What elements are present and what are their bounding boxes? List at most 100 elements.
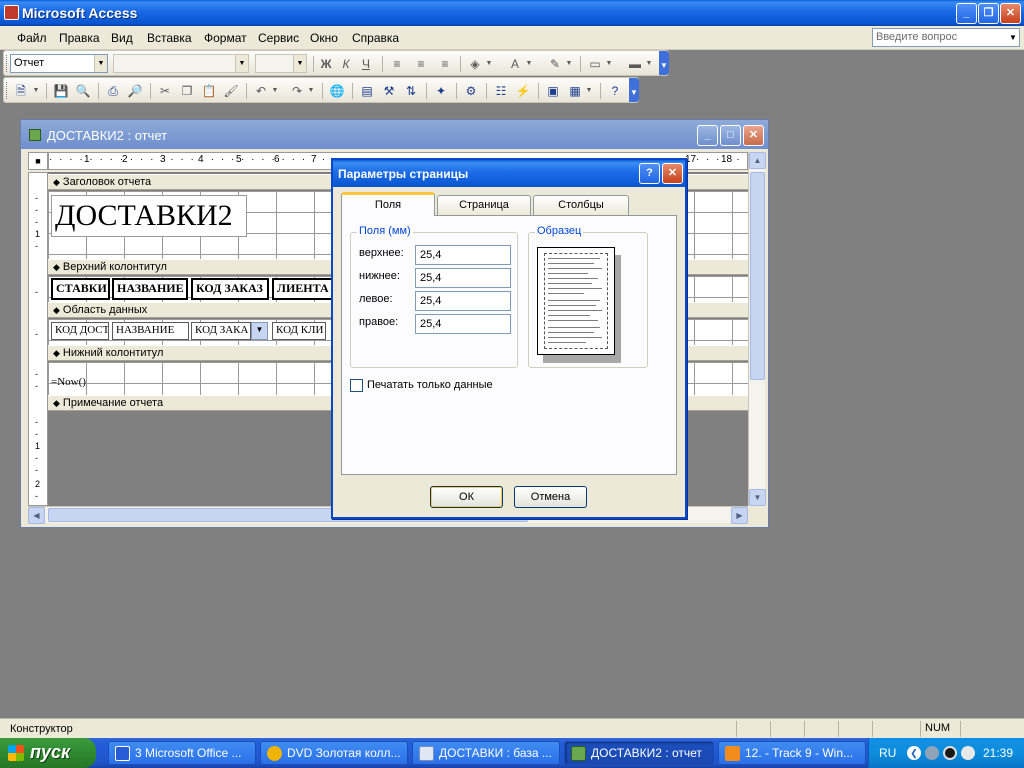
database-window-icon[interactable]: ▣ — [544, 82, 562, 100]
font-color-icon[interactable]: A — [506, 55, 524, 73]
toolbar-options-icon[interactable]: ▼ — [629, 78, 639, 102]
italic-button[interactable]: К — [337, 55, 355, 73]
page-header-label[interactable]: КОД ЗАКАЗ — [191, 278, 269, 300]
object-combo[interactable]: Отчет ▼ — [10, 54, 108, 73]
scroll-down-icon[interactable]: ▼ — [749, 489, 766, 506]
special-effect-icon[interactable]: ▬ — [626, 55, 644, 73]
report-minimize-button[interactable]: _ — [697, 125, 718, 146]
select-report-button[interactable]: ■ — [28, 152, 48, 170]
align-left-icon[interactable]: ≡ — [388, 55, 406, 73]
taskbar-item-media-player[interactable]: 12. - Track 9 - Win... — [718, 741, 866, 765]
menu-insert[interactable]: Вставка — [147, 31, 192, 45]
print-preview-icon[interactable]: 🔎 — [126, 82, 144, 100]
menu-format[interactable]: Формат — [204, 31, 247, 45]
detail-field[interactable]: НАЗВАНИЕ — [112, 322, 189, 340]
chevron-down-icon[interactable]: ▼ — [293, 55, 306, 72]
align-center-icon[interactable]: ≡ — [412, 55, 430, 73]
language-indicator[interactable]: RU — [879, 746, 896, 760]
scroll-right-icon[interactable]: ▶ — [731, 507, 748, 524]
bold-button[interactable]: Ж — [317, 55, 335, 73]
ask-question-input[interactable]: Введите вопрос ▼ — [872, 28, 1020, 47]
properties-icon[interactable]: ☷ — [492, 82, 510, 100]
border-width-icon[interactable]: ▭ — [586, 55, 604, 73]
fill-color-icon[interactable]: ◈ — [466, 55, 484, 73]
dialog-help-button[interactable]: ? — [639, 163, 660, 184]
vertical-scrollbar[interactable]: ▲ ▼ — [748, 152, 766, 506]
line-color-icon[interactable]: ✎ — [546, 55, 564, 73]
close-button[interactable]: ✕ — [1000, 3, 1021, 24]
code-icon[interactable]: ⚙ — [462, 82, 480, 100]
page-header-label[interactable]: НАЗВАНИЕ — [112, 278, 188, 300]
detail-field[interactable]: КОД КЛИ — [272, 322, 326, 340]
top-margin-input[interactable] — [415, 245, 511, 265]
menu-window[interactable]: Окно — [310, 31, 338, 45]
tab-page[interactable]: Страница — [437, 195, 531, 215]
format-painter-icon[interactable]: 🖌 — [222, 82, 240, 100]
taskbar-item-dvd[interactable]: DVD Золотая колл... — [260, 741, 408, 765]
menu-tools[interactable]: Сервис — [258, 31, 299, 45]
taskbar-item-database[interactable]: ДОСТАВКИ : база ... — [412, 741, 560, 765]
taskbar-item-report[interactable]: ДОСТАВКИ2 : отчет — [564, 741, 714, 765]
autoformat-icon[interactable]: ✦ — [432, 82, 450, 100]
report-title-label[interactable]: ДОСТАВКИ2 — [51, 195, 247, 237]
menu-help[interactable]: Справка — [352, 31, 399, 45]
toolbar-grip[interactable] — [6, 55, 9, 72]
vertical-ruler[interactable]: - - - 1 - - - - - - - 1 - - 2 - — [28, 172, 48, 506]
toolbar-grip[interactable] — [6, 82, 9, 99]
sorting-grouping-icon[interactable]: ⇅ — [402, 82, 420, 100]
chevron-left-icon[interactable]: ❮ — [907, 746, 921, 760]
print-data-only-label[interactable]: Печатать только данные — [367, 379, 493, 391]
now-expression-field[interactable]: =Now() — [51, 376, 111, 392]
field-list-icon[interactable]: ▤ — [358, 82, 376, 100]
menu-file[interactable]: Файл — [17, 31, 47, 45]
chevron-down-icon[interactable]: ▼ — [251, 322, 268, 340]
media-tray-icon[interactable] — [943, 746, 957, 760]
chevron-down-icon[interactable]: ▼ — [564, 55, 574, 73]
start-button[interactable]: пуск — [0, 738, 96, 768]
chevron-down-icon[interactable]: ▼ — [604, 55, 614, 73]
vertical-scroll-thumb[interactable] — [750, 172, 765, 380]
chevron-down-icon[interactable]: ▼ — [31, 82, 41, 100]
chevron-down-icon[interactable]: ▼ — [1007, 29, 1019, 46]
view-icon[interactable]: 🗎 — [12, 82, 30, 100]
bottom-margin-input[interactable] — [415, 268, 511, 288]
undo-icon[interactable]: ↶ — [252, 82, 270, 100]
ok-button[interactable]: ОК — [430, 486, 503, 508]
left-margin-input[interactable] — [415, 291, 511, 311]
hyperlink-icon[interactable]: 🌐 — [328, 82, 346, 100]
paste-icon[interactable]: 📋 — [200, 82, 218, 100]
dialog-close-button[interactable]: ✕ — [662, 163, 683, 184]
page-header-label[interactable]: СТАВКИ — [51, 278, 110, 300]
chevron-down-icon[interactable]: ▼ — [270, 82, 280, 100]
build-icon[interactable]: ⚡ — [514, 82, 532, 100]
access-key-icon[interactable] — [4, 5, 19, 20]
report-window-title-bar[interactable]: ДОСТАВКИ2 : отчет _ □ ✕ — [21, 120, 768, 149]
chevron-down-icon[interactable]: ▼ — [94, 55, 107, 72]
font-name-combo[interactable]: ▼ — [113, 54, 249, 73]
report-maximize-button[interactable]: □ — [720, 125, 741, 146]
detail-field[interactable]: КОД ДОСТ — [51, 322, 109, 340]
chevron-down-icon[interactable]: ▼ — [524, 55, 534, 73]
align-right-icon[interactable]: ≡ — [436, 55, 454, 73]
restore-button[interactable]: ❐ — [978, 3, 999, 24]
redo-icon[interactable]: ↷ — [288, 82, 306, 100]
report-close-button[interactable]: ✕ — [743, 125, 764, 146]
scroll-left-icon[interactable]: ◀ — [28, 507, 45, 524]
save-icon[interactable]: 💾 — [52, 82, 70, 100]
cancel-button[interactable]: Отмена — [514, 486, 587, 508]
underline-button[interactable]: Ч — [357, 55, 375, 73]
tab-margins[interactable]: Поля — [341, 192, 435, 216]
detail-field[interactable]: КОД ЗАКА — [191, 322, 251, 340]
report-icon[interactable] — [29, 129, 41, 141]
chevron-down-icon[interactable]: ▼ — [584, 82, 594, 100]
volume-icon[interactable] — [961, 746, 975, 760]
menu-view[interactable]: Вид — [111, 31, 133, 45]
chevron-down-icon[interactable]: ▼ — [484, 55, 494, 73]
page-header-label[interactable]: ЛИЕНТА — [272, 278, 334, 300]
chevron-down-icon[interactable]: ▼ — [235, 55, 248, 72]
help-icon[interactable]: ? — [606, 82, 624, 100]
dialog-title-bar[interactable]: Параметры страницы ? ✕ — [333, 160, 685, 187]
app-title-bar[interactable]: Microsoft Access _ ❐ ✕ — [0, 0, 1024, 26]
toolbox-icon[interactable]: ⚒ — [380, 82, 398, 100]
print-data-only-checkbox[interactable] — [350, 379, 363, 392]
